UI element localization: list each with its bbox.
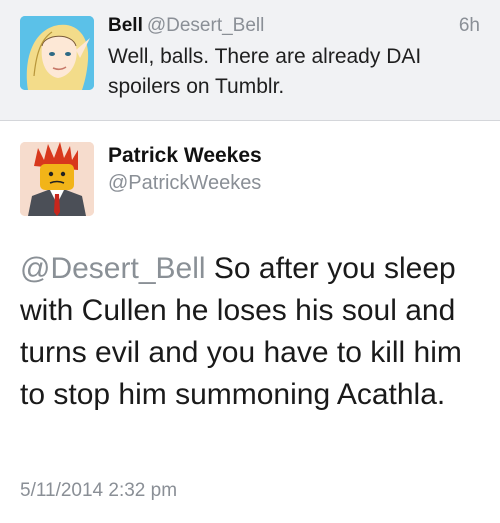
user-handle[interactable]: @Desert_Bell bbox=[147, 15, 265, 36]
avatar[interactable] bbox=[20, 142, 94, 216]
in-reply-to-tweet[interactable]: Bell @Desert_Bell 6h Well, balls. There a… bbox=[0, 0, 500, 120]
lego-minifigure-icon bbox=[20, 142, 94, 216]
display-name[interactable]: Bell bbox=[108, 15, 143, 36]
tweet-timestamp: 5/11/2014 2:32 pm bbox=[20, 480, 178, 501]
tweet-text: Well, balls. There are already DAI spoil… bbox=[108, 45, 422, 98]
elf-portrait-icon bbox=[20, 16, 94, 90]
divider bbox=[0, 120, 500, 121]
relative-time: 6h bbox=[458, 15, 480, 36]
tweet-detail-view: Bell @Desert_Bell 6h Well, balls. There a… bbox=[0, 0, 500, 523]
avatar[interactable] bbox=[20, 16, 94, 90]
mention-link[interactable]: @Desert_Bell bbox=[20, 252, 206, 285]
tweet-header: Bell @Desert_Bell bbox=[108, 14, 478, 38]
user-handle[interactable]: @PatrickWeekes bbox=[108, 170, 261, 196]
tweet-text: @Desert_Bell So after you sleep with Cul… bbox=[20, 248, 488, 416]
display-name[interactable]: Patrick Weekes bbox=[108, 143, 262, 169]
